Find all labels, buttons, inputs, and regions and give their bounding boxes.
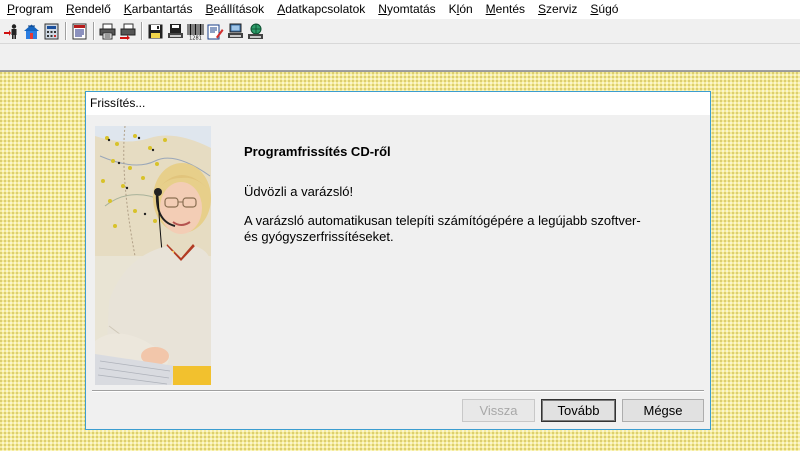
toolbar-separator [65,22,66,40]
barcode-icon[interactable]: 1281 [186,22,205,41]
edit-document-icon[interactable] [206,22,225,41]
document-list-icon[interactable] [70,22,89,41]
toolbar: 1281 [0,19,800,44]
dialog-divider [92,390,704,392]
menu-item-rendelo[interactable]: Rendelő [59,0,117,19]
cancel-button[interactable]: Mégse [622,399,704,422]
back-button[interactable]: Vissza [462,399,535,422]
menu-item-adatkapcsolatok[interactable]: Adatkapcsolatok [270,0,371,19]
monitor-printer-icon[interactable] [226,22,245,41]
globe-printer-icon[interactable] [246,22,265,41]
update-wizard-dialog: Frissítés... Programfrissítés CD-ről Üdv… [85,91,711,430]
printer-icon[interactable] [98,22,117,41]
menu-item-szerviz[interactable]: Szerviz [531,0,583,19]
operator-photo [95,126,211,385]
menu-item-beallitasok[interactable]: Beállítások [198,0,270,19]
menu-item-mentes[interactable]: Mentés [479,0,531,19]
next-button[interactable]: Tovább [541,399,616,422]
menu-item-nyomtatas[interactable]: Nyomtatás [371,0,441,19]
menu-item-klon[interactable]: Klón [442,0,479,19]
description-text: A varázsló automatikusan telepíti számít… [244,213,674,245]
print-preview-icon[interactable] [118,22,137,41]
welcome-text: Üdvözli a varázsló! [244,184,354,199]
floppy-icon[interactable] [146,22,165,41]
save-printer-icon[interactable] [166,22,185,41]
description-line: és gyógyszerfrissítéseket. [244,229,394,244]
menu-item-sugo[interactable]: Súgó [583,0,624,19]
home-icon[interactable] [22,22,41,41]
menu-item-program[interactable]: Program [0,0,59,19]
person-arrow-icon[interactable] [2,22,21,41]
toolbar-separator [141,22,142,40]
toolbar-separator [93,22,94,40]
description-line: A varázsló automatikusan telepíti számít… [244,213,641,228]
toolbar-strip [0,44,800,71]
wizard-heading: Programfrissítés CD-ről [244,144,391,159]
menu-item-karbantartas[interactable]: Karbantartás [117,0,199,19]
dialog-title: Frissítés... [86,92,710,115]
calculator-icon[interactable] [42,22,61,41]
menu-bar: Program Rendelő Karbantartás Beállítások Ada… [0,0,800,19]
barcode-number: 1281 [189,35,202,40]
